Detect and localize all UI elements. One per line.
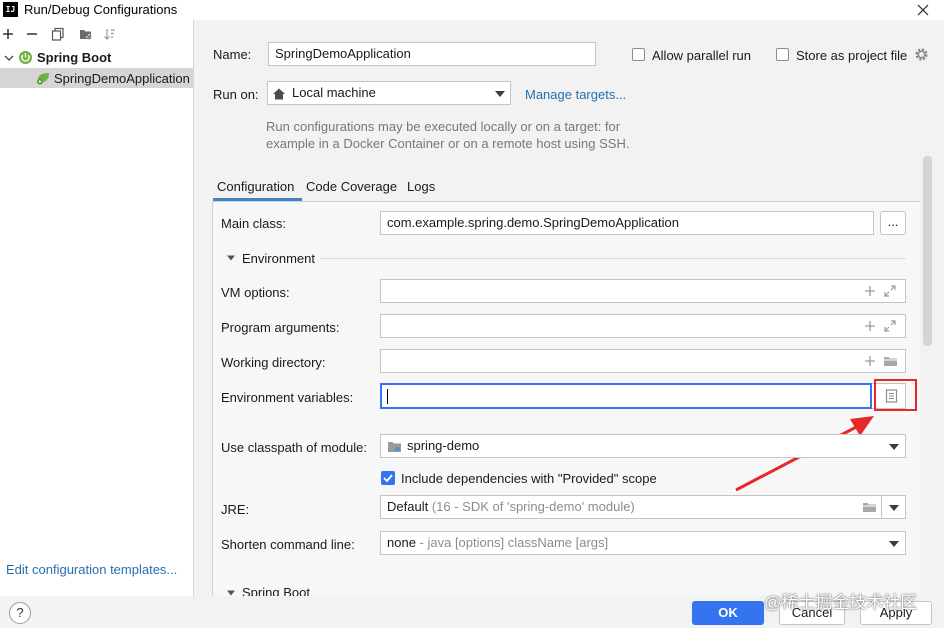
include-provided-dependencies-label: Include dependencies with "Provided" sco…: [401, 471, 657, 486]
close-icon: [917, 4, 929, 16]
tab-configuration[interactable]: Configuration: [217, 179, 294, 194]
environment-section-title: Environment: [242, 251, 315, 266]
include-provided-dependencies-checkbox[interactable]: [381, 471, 395, 485]
shorten-command-line-value: none: [387, 535, 416, 550]
minus-icon: [27, 33, 37, 35]
configurations-sidebar: Spring Boot SpringDemoApplication Edit c…: [0, 20, 194, 596]
main-class-label: Main class:: [221, 216, 287, 231]
spring-boot-collapse-icon[interactable]: [226, 588, 236, 596]
jre-label: JRE:: [221, 502, 250, 517]
main-class-input[interactable]: com.example.spring.demo.SpringDemoApplic…: [380, 211, 874, 235]
checkmark-icon: [383, 474, 393, 483]
copy-configuration-button[interactable]: [51, 27, 65, 41]
edit-environment-variables-icon[interactable]: [885, 389, 898, 403]
tree-label-spring-demo-application: SpringDemoApplication: [54, 71, 190, 86]
spring-boot-icon: [19, 51, 32, 64]
plus-icon: [3, 29, 13, 39]
environment-separator: [320, 258, 906, 259]
classpath-module-value: spring-demo: [407, 438, 480, 453]
edit-configuration-templates-link[interactable]: Edit configuration templates...: [6, 562, 177, 577]
tab-code-coverage[interactable]: Code Coverage: [306, 179, 397, 194]
tree-node-spring-demo-application[interactable]: SpringDemoApplication: [0, 68, 193, 88]
allow-parallel-run-checkbox[interactable]: [632, 48, 645, 61]
expand-icon[interactable]: [884, 285, 896, 297]
remove-configuration-button[interactable]: [25, 27, 39, 41]
add-configuration-button[interactable]: [1, 27, 15, 41]
plus-icon[interactable]: [864, 320, 876, 332]
tree-node-spring-boot[interactable]: Spring Boot: [0, 48, 194, 67]
vm-options-input[interactable]: [380, 279, 906, 303]
run-on-label: Run on:: [213, 87, 259, 102]
expand-icon[interactable]: [884, 320, 896, 332]
program-arguments-label: Program arguments:: [221, 320, 340, 335]
run-on-hint-line1: Run configurations may be executed local…: [266, 119, 621, 134]
window-title: Run/Debug Configurations: [24, 2, 178, 17]
shorten-command-line-dropdown[interactable]: none - java [options] className [args]: [380, 531, 906, 555]
vertical-scrollbar[interactable]: [923, 156, 932, 346]
program-arguments-input[interactable]: [380, 314, 906, 338]
allow-parallel-run-label: Allow parallel run: [652, 48, 751, 63]
manage-targets-link[interactable]: Manage targets...: [525, 87, 626, 102]
jre-combobox[interactable]: Default (16 - SDK of 'spring-demo' modul…: [380, 495, 906, 519]
plus-icon[interactable]: [864, 355, 876, 367]
folder-icon[interactable]: [883, 355, 898, 367]
module-folder-icon: [388, 442, 401, 452]
home-icon: [273, 88, 285, 100]
intellij-app-icon: IJ: [3, 2, 18, 17]
copy-icon: [51, 27, 64, 41]
sort-configurations-button[interactable]: [103, 27, 117, 41]
sort-icon: [104, 29, 115, 40]
environment-variables-label: Environment variables:: [221, 390, 354, 405]
environment-collapse-icon[interactable]: [226, 253, 236, 263]
title-bar: IJ Run/Debug Configurations: [0, 0, 944, 20]
move-to-folder-button[interactable]: [79, 27, 93, 41]
ok-button[interactable]: OK: [692, 601, 764, 625]
store-as-project-file-label: Store as project file: [796, 48, 908, 63]
spring-run-config-icon: [37, 73, 49, 85]
spring-boot-section-title: Spring Boot: [242, 585, 310, 596]
shorten-command-line-label: Shorten command line:: [221, 537, 355, 552]
shorten-command-line-hint: - java [options] className [args]: [419, 535, 609, 550]
vm-options-label: VM options:: [221, 285, 290, 300]
tab-logs[interactable]: Logs: [407, 179, 435, 194]
chevron-down-icon[interactable]: [889, 505, 899, 511]
chevron-down-icon: [495, 91, 505, 97]
store-as-project-file-checkbox[interactable]: [776, 48, 789, 61]
chevron-down-icon[interactable]: [4, 53, 14, 63]
folder-icon[interactable]: [862, 501, 877, 513]
watermark: @稀土掘金技术社区: [764, 593, 918, 612]
text-caret: [387, 389, 388, 404]
tree-label-spring-boot: Spring Boot: [37, 50, 112, 65]
environment-variables-input[interactable]: [380, 383, 872, 409]
run-on-hint-line2: example in a Docker Container or on a re…: [266, 136, 630, 151]
jre-hint: (16 - SDK of 'spring-demo' module): [431, 499, 635, 514]
run-on-dropdown[interactable]: Local machine: [267, 81, 511, 105]
help-button[interactable]: ?: [9, 602, 31, 624]
name-label: Name:: [213, 47, 252, 62]
working-directory-input[interactable]: [380, 349, 906, 373]
combobox-divider: [881, 496, 882, 518]
plus-icon[interactable]: [864, 285, 876, 297]
chevron-down-icon: [889, 444, 899, 450]
jre-value: Default: [387, 499, 429, 514]
run-on-value: Local machine: [292, 85, 376, 100]
close-window-button[interactable]: [914, 1, 932, 19]
classpath-module-dropdown[interactable]: spring-demo: [380, 434, 906, 458]
name-input[interactable]: SpringDemoApplication: [268, 42, 596, 66]
browse-main-class-button[interactable]: ...: [880, 211, 906, 235]
folder-plus-icon: [80, 30, 92, 40]
gear-icon[interactable]: [914, 47, 929, 62]
chevron-down-icon: [889, 541, 899, 547]
classpath-module-label: Use classpath of module:: [221, 440, 367, 455]
working-directory-label: Working directory:: [221, 355, 326, 370]
